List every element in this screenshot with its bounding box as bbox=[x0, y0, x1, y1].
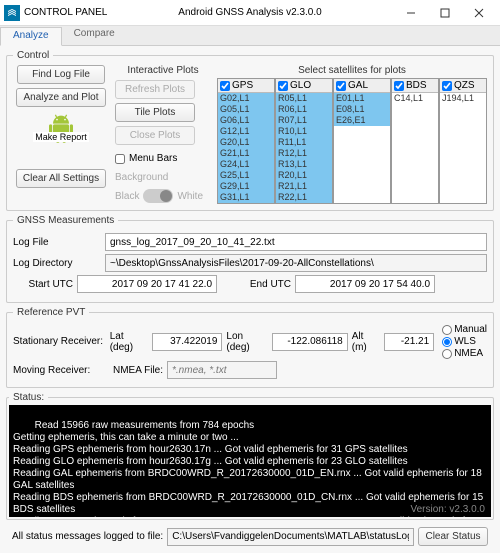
control-legend: Control bbox=[13, 50, 53, 61]
log-dir-input[interactable] bbox=[105, 254, 487, 272]
window-titlebar: CONTROL PANEL Android GNSS Analysis v2.3… bbox=[0, 0, 500, 26]
tab-analyze[interactable]: Analyze bbox=[0, 27, 62, 46]
status-text: Read 15966 raw measurements from 784 epo… bbox=[13, 420, 486, 517]
menu-bars-label: Menu Bars bbox=[129, 153, 177, 164]
gnss-panel: GNSS Measurements Log File Log Directory… bbox=[6, 215, 494, 303]
background-toggle[interactable] bbox=[143, 189, 173, 203]
bg-white-label: White bbox=[177, 191, 203, 202]
tab-compare[interactable]: Compare bbox=[62, 26, 127, 45]
nmea-file-input[interactable] bbox=[167, 361, 277, 379]
sat-legend: Select satellites for plots bbox=[217, 65, 487, 76]
ref-legend: Reference PVT bbox=[13, 307, 89, 318]
nmea-radio[interactable] bbox=[442, 349, 452, 359]
sat-item[interactable]: R13,L1 bbox=[276, 159, 332, 170]
footer-msg: All status messages logged to file: bbox=[12, 531, 163, 542]
sat-qzs-checkbox[interactable] bbox=[442, 81, 452, 91]
start-utc-input[interactable] bbox=[77, 275, 217, 293]
sat-item[interactable]: R21,L1 bbox=[276, 181, 332, 192]
tab-bar: Analyze Compare bbox=[0, 26, 500, 46]
sat-item[interactable]: G21,L1 bbox=[218, 148, 274, 159]
sat-item[interactable]: J194,L1 bbox=[440, 93, 486, 104]
background-label: Background bbox=[115, 172, 168, 183]
stationary-label: Stationary Receiver: bbox=[13, 336, 106, 347]
sat-item[interactable]: R11,L1 bbox=[276, 137, 332, 148]
app-title: Android GNSS Analysis v2.3.0.0 bbox=[178, 7, 321, 18]
end-utc-label: End UTC bbox=[231, 279, 291, 290]
moving-label: Moving Receiver: bbox=[13, 365, 109, 376]
sat-item[interactable]: E26,E1 bbox=[334, 115, 390, 126]
log-file-label: Log File bbox=[13, 237, 101, 248]
sat-item[interactable]: E01,L1 bbox=[334, 93, 390, 104]
clear-all-button[interactable]: Clear All Settings bbox=[16, 169, 106, 188]
sat-item[interactable]: C14,L1 bbox=[392, 93, 438, 104]
sat-bds-checkbox[interactable] bbox=[394, 81, 404, 91]
maximize-button[interactable] bbox=[428, 0, 462, 26]
sat-item[interactable]: R05,L1 bbox=[276, 93, 332, 104]
window-title: CONTROL PANEL bbox=[24, 7, 107, 18]
sat-item[interactable]: G12,L1 bbox=[218, 126, 274, 137]
status-legend: Status: bbox=[9, 392, 48, 403]
tile-plots-button[interactable]: Tile Plots bbox=[115, 103, 195, 122]
clear-status-button[interactable]: Clear Status bbox=[418, 527, 488, 546]
menu-bars-checkbox[interactable] bbox=[115, 154, 125, 164]
sat-col-qzs: QZSJ194,L1 bbox=[439, 78, 487, 204]
sat-item[interactable]: R12,L1 bbox=[276, 148, 332, 159]
alt-input[interactable] bbox=[384, 333, 434, 351]
lon-input[interactable] bbox=[272, 333, 348, 351]
make-report-label: Make Report bbox=[33, 132, 89, 142]
make-report-button[interactable]: Make Report bbox=[33, 111, 89, 159]
manual-radio[interactable] bbox=[442, 325, 452, 335]
sat-gps-checkbox[interactable] bbox=[220, 81, 230, 91]
bg-black-label: Black bbox=[115, 191, 139, 202]
wls-radio[interactable] bbox=[442, 337, 452, 347]
sat-gal-checkbox[interactable] bbox=[336, 81, 346, 91]
sat-item[interactable]: G20,L1 bbox=[218, 137, 274, 148]
sat-item[interactable]: E08,L1 bbox=[334, 104, 390, 115]
sat-item[interactable]: G31,L1 bbox=[218, 192, 274, 203]
control-panel: Control Find Log File Analyze and Plot M… bbox=[6, 50, 494, 211]
sat-item[interactable]: G02,L1 bbox=[218, 93, 274, 104]
close-button[interactable] bbox=[462, 0, 496, 26]
iplots-legend: Interactive Plots bbox=[127, 65, 198, 76]
sat-item[interactable]: R22,L1 bbox=[276, 192, 332, 203]
sat-item[interactable]: G06,L1 bbox=[218, 115, 274, 126]
end-utc-input[interactable] bbox=[295, 275, 435, 293]
sat-item[interactable]: R20,L1 bbox=[276, 170, 332, 181]
status-panel: Status: Read 15966 raw measurements from… bbox=[6, 392, 494, 520]
sat-col-glo: GLOR05,L1R06,L1R07,L1R10,L1R11,L1R12,L1R… bbox=[275, 78, 333, 204]
sat-item[interactable]: R10,L1 bbox=[276, 126, 332, 137]
sat-item[interactable]: G25,L1 bbox=[218, 170, 274, 181]
sat-col-gal: GALE01,L1E08,L1E26,E1 bbox=[333, 78, 391, 204]
close-plots-button[interactable]: Close Plots bbox=[115, 126, 195, 145]
sat-glo-checkbox[interactable] bbox=[278, 81, 288, 91]
start-utc-label: Start UTC bbox=[13, 279, 73, 290]
nmea-file-label: NMEA File: bbox=[113, 365, 163, 376]
sat-item[interactable]: R07,L1 bbox=[276, 115, 332, 126]
sat-item[interactable]: G29,L1 bbox=[218, 181, 274, 192]
footer: All status messages logged to file: Clea… bbox=[6, 524, 494, 549]
sat-col-bds: BDSC14,L1 bbox=[391, 78, 439, 204]
analyze-plot-button[interactable]: Analyze and Plot bbox=[16, 88, 105, 107]
sat-col-gps: GPSG02,L1G05,L1G06,L1G12,L1G20,L1G21,L1G… bbox=[217, 78, 275, 204]
alt-label: Alt (m) bbox=[352, 331, 380, 353]
app-icon bbox=[4, 5, 20, 21]
minimize-button[interactable] bbox=[394, 0, 428, 26]
ref-panel: Reference PVT Stationary Receiver: Lat (… bbox=[6, 307, 494, 388]
status-log: Read 15966 raw measurements from 784 epo… bbox=[9, 405, 491, 517]
sat-item[interactable]: G24,L1 bbox=[218, 159, 274, 170]
log-dir-label: Log Directory bbox=[13, 258, 101, 269]
lat-label: Lat (deg) bbox=[110, 331, 149, 353]
sat-item[interactable]: R06,L1 bbox=[276, 104, 332, 115]
gnss-legend: GNSS Measurements bbox=[13, 215, 118, 226]
refresh-plots-button[interactable]: Refresh Plots bbox=[115, 80, 195, 99]
find-log-button[interactable]: Find Log File bbox=[17, 65, 105, 84]
satellite-grid: GPSG02,L1G05,L1G06,L1G12,L1G20,L1G21,L1G… bbox=[217, 78, 487, 204]
ref-mode-radio-group: Manual WLS NMEA bbox=[442, 324, 487, 359]
lon-label: Lon (deg) bbox=[226, 331, 267, 353]
footer-path[interactable] bbox=[167, 528, 414, 546]
lat-input[interactable] bbox=[152, 333, 222, 351]
sat-item[interactable]: G05,L1 bbox=[218, 104, 274, 115]
log-file-input[interactable] bbox=[105, 233, 487, 251]
